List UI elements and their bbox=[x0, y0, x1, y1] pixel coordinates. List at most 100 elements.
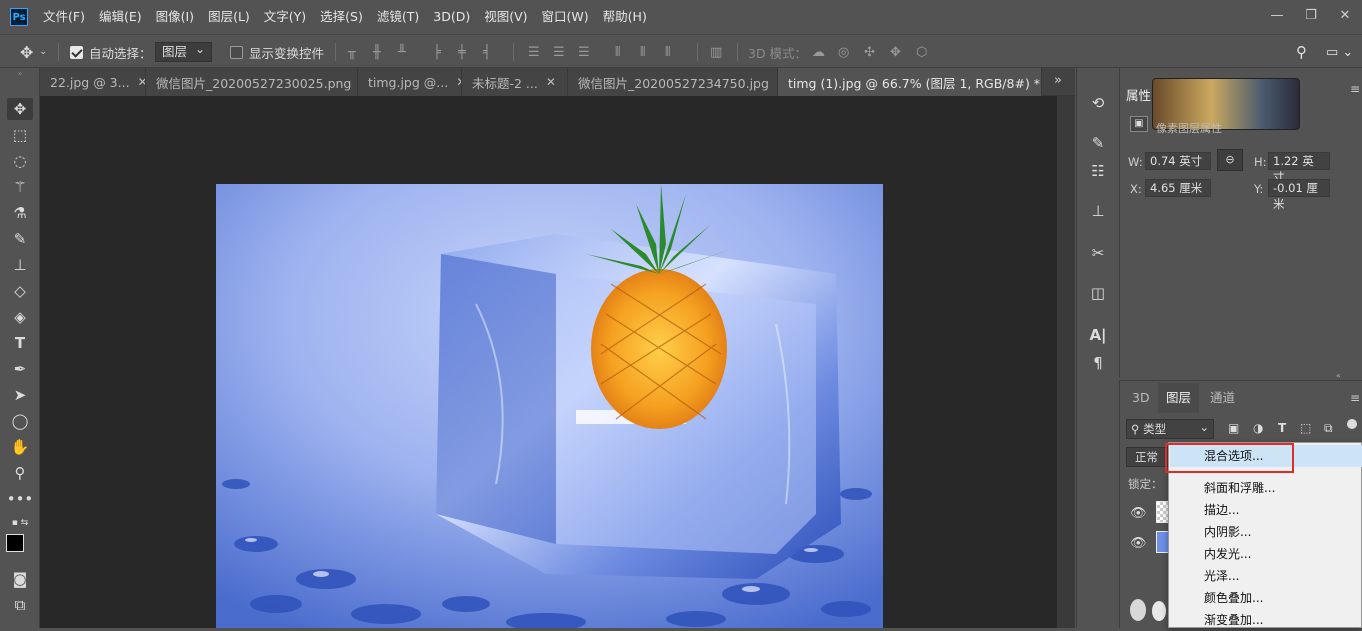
quick-mask-icon[interactable]: ◙ bbox=[7, 568, 33, 590]
lasso-tool-icon[interactable]: ◌ bbox=[7, 150, 33, 172]
stamp-tool-icon[interactable]: ⊥ bbox=[7, 254, 33, 276]
menu-filter[interactable]: 滤镜(T) bbox=[370, 0, 426, 34]
eraser-tool-icon[interactable]: ◇ bbox=[7, 280, 33, 302]
hand-tool-icon[interactable]: ✋ bbox=[7, 436, 33, 458]
x-input[interactable]: 4.65 厘米 bbox=[1145, 179, 1211, 197]
menu-type[interactable]: 文字(Y) bbox=[257, 0, 313, 34]
menu-bevel-emboss[interactable]: 斜面和浮雕... bbox=[1170, 477, 1362, 499]
menu-color-overlay[interactable]: 颜色叠加... bbox=[1170, 587, 1362, 609]
zoom-tool-icon[interactable]: ⚲ bbox=[7, 462, 33, 484]
info-panel-icon[interactable]: ◫ bbox=[1085, 282, 1111, 304]
align-vcenter-icon[interactable]: ╫ bbox=[373, 42, 381, 62]
clone-source-icon[interactable]: ⊥ bbox=[1085, 200, 1111, 222]
menu-file[interactable]: 文件(F) bbox=[36, 0, 92, 34]
align-bottom-icon[interactable]: ╨ bbox=[398, 42, 406, 62]
swap-colors-icon[interactable]: ▪ ⇆ bbox=[7, 512, 33, 534]
panel-menu-icon[interactable]: ≡ bbox=[1350, 82, 1360, 96]
visibility-eye-icon[interactable]: 👁 bbox=[1130, 536, 1147, 551]
close-tab-icon[interactable]: ✕ bbox=[138, 75, 145, 89]
distribute-bottom-icon[interactable]: ☰ bbox=[578, 42, 590, 62]
character-icon[interactable]: A| bbox=[1085, 324, 1111, 346]
magic-wand-tool-icon[interactable]: ⚚ bbox=[7, 176, 33, 198]
3d-roll-icon[interactable]: ◎ bbox=[838, 42, 849, 62]
move-tool-icon[interactable]: ✥ bbox=[7, 98, 33, 120]
path-select-tool-icon[interactable]: ➤ bbox=[7, 384, 33, 406]
tab-wechat-image-2[interactable]: 微信图片_20200527234750.jpg✕ bbox=[568, 68, 778, 96]
pen-tool-icon[interactable]: ✒ bbox=[7, 358, 33, 380]
more-tabs-icon[interactable]: » bbox=[1054, 73, 1062, 88]
filter-smart-object-icon[interactable]: ⧉ bbox=[1324, 421, 1333, 436]
filter-pixel-icon[interactable]: ▣ bbox=[1228, 421, 1239, 435]
screen-mode-icon[interactable]: ⧉ bbox=[7, 594, 33, 616]
height-input[interactable]: 1.22 英寸 bbox=[1268, 152, 1330, 184]
minimize-icon[interactable]: — bbox=[1260, 0, 1294, 30]
3d-drag-icon[interactable]: ✣ bbox=[864, 42, 875, 62]
close-tab-icon[interactable]: ✕ bbox=[546, 75, 556, 89]
distribute-vcenter-icon[interactable]: ☰ bbox=[553, 42, 565, 62]
menu-inner-glow[interactable]: 内发光... bbox=[1170, 543, 1362, 565]
menu-satin[interactable]: 光泽... bbox=[1170, 565, 1362, 587]
width-input[interactable]: 0.74 英寸 bbox=[1145, 152, 1211, 170]
menu-window[interactable]: 窗口(W) bbox=[535, 0, 596, 34]
distribute-hcenter-icon[interactable]: ⫴ bbox=[640, 42, 645, 62]
workspace-icon[interactable]: ▭ ⌄ bbox=[1326, 42, 1353, 62]
adjustments-icon[interactable]: ☷ bbox=[1085, 160, 1111, 182]
menu-stroke[interactable]: 描边... bbox=[1170, 499, 1362, 521]
restore-icon[interactable]: ❐ bbox=[1294, 0, 1328, 30]
menu-select[interactable]: 选择(S) bbox=[313, 0, 370, 34]
move-tool-preset-icon[interactable]: ✥ ⌄ bbox=[20, 42, 47, 62]
visibility-eye-icon[interactable]: 👁 bbox=[1130, 506, 1147, 521]
filter-toggle-icon[interactable] bbox=[1347, 419, 1357, 429]
tab-3d[interactable]: 3D bbox=[1124, 383, 1158, 413]
paragraph-icon[interactable]: ¶ bbox=[1085, 352, 1111, 374]
eyedropper-tool-icon[interactable]: ⚗ bbox=[7, 202, 33, 224]
filter-type-icon[interactable]: T bbox=[1278, 421, 1286, 435]
3d-scale-icon[interactable]: ⬡ bbox=[916, 42, 927, 62]
align-left-icon[interactable]: ╞ bbox=[433, 42, 441, 62]
align-right-icon[interactable]: ╡ bbox=[483, 42, 491, 62]
panel-menu-icon[interactable]: ≡ bbox=[1350, 391, 1360, 405]
menu-view[interactable]: 视图(V) bbox=[477, 0, 534, 34]
tab-channels[interactable]: 通道 bbox=[1202, 383, 1243, 413]
y-input[interactable]: -0.01 厘米 bbox=[1268, 179, 1330, 211]
tab-untitled-2[interactable]: 未标题-2 ... ✕ bbox=[462, 68, 568, 96]
menu-3d[interactable]: 3D(D) bbox=[426, 0, 477, 34]
3d-slide-icon[interactable]: ✥ bbox=[890, 42, 901, 62]
image-canvas[interactable] bbox=[216, 184, 883, 628]
paint-bucket-tool-icon[interactable]: ◈ bbox=[7, 306, 33, 328]
foreground-color-swatch[interactable] bbox=[6, 534, 24, 552]
collapse-toolbar-icon[interactable]: » bbox=[7, 68, 33, 78]
auto-select-dropdown[interactable]: 图层 bbox=[155, 40, 213, 62]
align-top-icon[interactable]: ╥ bbox=[348, 42, 356, 62]
history-icon[interactable]: ⟲ bbox=[1085, 92, 1111, 114]
menu-inner-shadow[interactable]: 内阴影... bbox=[1170, 521, 1362, 543]
brush-tool-icon[interactable]: ✎ bbox=[7, 228, 33, 250]
filter-shape-icon[interactable]: ⬚ bbox=[1300, 421, 1311, 435]
collapse-panel-icon[interactable]: « bbox=[1336, 371, 1341, 380]
menu-edit[interactable]: 编辑(E) bbox=[92, 0, 149, 34]
tab-timg-jpg[interactable]: timg.jpg @...✕ bbox=[358, 68, 462, 96]
distribute-left-icon[interactable]: ⫴ bbox=[615, 42, 620, 62]
blend-mode-dropdown[interactable]: 正常 bbox=[1126, 447, 1170, 467]
menu-layer[interactable]: 图层(L) bbox=[201, 0, 257, 34]
show-transform-checkbox[interactable]: 显示变换控件 bbox=[230, 42, 324, 62]
menu-help[interactable]: 帮助(H) bbox=[596, 0, 654, 34]
auto-align-icon[interactable]: ▥ bbox=[710, 42, 722, 62]
close-icon[interactable]: ✕ bbox=[1328, 0, 1362, 30]
ellipse-tool-icon[interactable]: ◯ bbox=[7, 410, 33, 432]
distribute-top-icon[interactable]: ☰ bbox=[528, 42, 540, 62]
search-icon[interactable]: ⚲ bbox=[1296, 42, 1307, 62]
auto-select-checkbox[interactable]: 自动选择： bbox=[70, 42, 152, 62]
tab-22-jpg[interactable]: 22.jpg @ 3... ✕ bbox=[40, 68, 146, 96]
type-tool-icon[interactable]: T bbox=[7, 332, 33, 354]
tool-presets-icon[interactable]: ✂ bbox=[1085, 242, 1111, 264]
more-tools-icon[interactable]: ••• bbox=[7, 488, 34, 510]
align-hcenter-icon[interactable]: ╪ bbox=[458, 42, 466, 62]
tab-layers[interactable]: 图层 bbox=[1158, 383, 1200, 413]
brush-settings-icon[interactable]: ✎ bbox=[1085, 132, 1111, 154]
link-dimensions-icon[interactable]: ⊖ bbox=[1217, 149, 1243, 171]
menu-image[interactable]: 图像(I) bbox=[149, 0, 201, 34]
layer-filter-dropdown[interactable]: ⚲ 类型 ⌄ bbox=[1126, 419, 1214, 439]
tab-wechat-image-1[interactable]: 微信图片_20200527230025.png✕ bbox=[146, 68, 358, 96]
3d-orbit-icon[interactable]: ☁ bbox=[812, 42, 825, 62]
